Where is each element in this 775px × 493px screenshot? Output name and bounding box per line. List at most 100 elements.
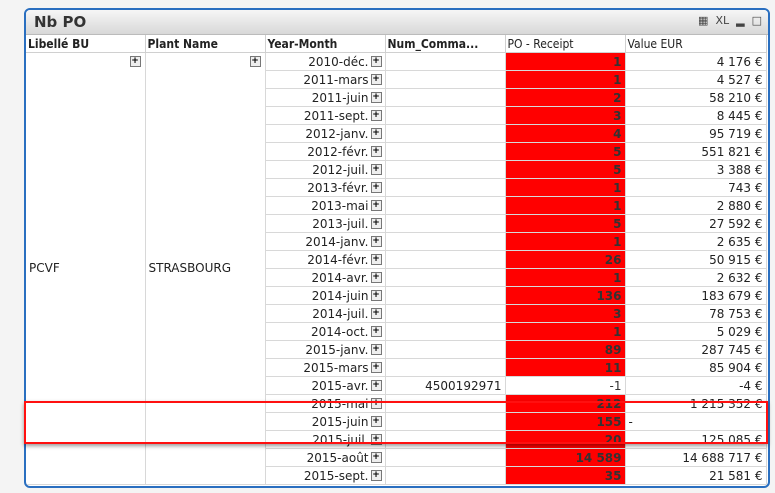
cell-year-month: 2014-oct. + — [265, 322, 386, 341]
expand-icon[interactable]: + — [370, 272, 382, 283]
expand-icon[interactable]: + — [370, 290, 382, 301]
cell-po-receipt: 1 — [505, 52, 626, 71]
expand-icon[interactable]: + — [370, 164, 382, 175]
libelle-bu-value: PCVF — [29, 261, 60, 275]
cell-value-eur: 183 679 € — [625, 286, 767, 305]
year-month-value: 2012-janv. — [305, 126, 369, 141]
cell-year-month: 2015-mars + — [265, 358, 386, 377]
expand-icon[interactable]: + — [370, 326, 382, 337]
year-month-value: 2012-févr. — [307, 144, 369, 159]
cell-num-commande — [385, 322, 506, 341]
expand-icon[interactable]: + — [370, 110, 382, 121]
cell-year-month: 2011-juin + — [265, 88, 386, 107]
minimize-icon[interactable]: ▂ — [736, 14, 744, 27]
year-month-value: 2014-oct. — [310, 324, 369, 339]
cell-num-commande — [385, 268, 506, 287]
expand-icon[interactable]: + — [370, 74, 382, 85]
cell-po-receipt: 3 — [505, 106, 626, 125]
year-month-value: 2015-août — [306, 450, 369, 465]
expand-icon[interactable]: + — [370, 182, 382, 193]
expand-icon[interactable]: + — [129, 56, 141, 67]
cell-value-eur: 1 215 352 € — [625, 394, 767, 413]
cell-year-month: 2013-févr. + — [265, 178, 386, 197]
cell-po-receipt: 5 — [505, 142, 626, 161]
header-value-eur[interactable]: Value EUR — [625, 35, 767, 53]
cell-po-receipt: 136 — [505, 286, 626, 305]
year-month-value: 2014-févr. — [307, 252, 369, 267]
year-month-value: 2015-avr. — [311, 378, 369, 393]
cell-po-receipt: 4 — [505, 124, 626, 143]
header-year-month[interactable]: Year-Month — [265, 35, 386, 53]
cell-year-month: 2012-janv. + — [265, 124, 386, 143]
excel-icon[interactable]: XL — [715, 14, 729, 27]
expand-icon[interactable]: + — [370, 218, 382, 229]
expand-icon[interactable]: + — [370, 128, 382, 139]
year-month-value: 2012-juil. — [312, 162, 369, 177]
cell-num-commande — [385, 250, 506, 269]
cell-num-commande — [385, 160, 506, 179]
cell-po-receipt: 1 — [505, 70, 626, 89]
cell-num-commande — [385, 52, 506, 71]
cell-num-commande — [385, 214, 506, 233]
cell-po-receipt: 89 — [505, 340, 626, 359]
cell-value-eur: 3 388 € — [625, 160, 767, 179]
cell-value-eur: 5 029 € — [625, 322, 767, 341]
expand-icon[interactable]: + — [249, 56, 261, 67]
expand-icon[interactable]: + — [370, 200, 382, 211]
cell-year-month: 2014-janv. + — [265, 232, 386, 251]
cell-po-receipt: 5 — [505, 160, 626, 179]
expand-icon[interactable]: + — [370, 434, 382, 445]
expand-icon[interactable]: + — [370, 398, 382, 409]
cell-value-eur: 4 176 € — [625, 52, 767, 71]
cell-year-month: 2011-mars + — [265, 70, 386, 89]
cell-value-eur: 2 632 € — [625, 268, 767, 287]
year-month-value: 2014-avr. — [311, 270, 369, 285]
header-num-commande[interactable]: Num_Comma... — [385, 35, 506, 53]
header-plant-name[interactable]: Plant Name — [145, 35, 266, 53]
expand-icon[interactable]: + — [370, 470, 382, 481]
cell-num-commande: 4500192971 — [385, 376, 506, 395]
expand-icon[interactable]: + — [370, 452, 382, 463]
maximize-icon[interactable]: □ — [752, 14, 762, 27]
cell-num-commande — [385, 70, 506, 89]
cell-year-month: 2014-avr. + — [265, 268, 386, 287]
year-month-value: 2015-mai — [311, 396, 369, 411]
expand-icon[interactable]: + — [370, 380, 382, 391]
header-po-receipt[interactable]: PO - Receipt — [505, 35, 626, 53]
cell-po-receipt: 35 — [505, 466, 626, 485]
cell-value-eur: 27 592 € — [625, 214, 767, 233]
cell-po-receipt: 212 — [505, 394, 626, 413]
print-icon[interactable]: ▦ — [698, 14, 708, 27]
cell-year-month: 2014-févr. + — [265, 250, 386, 269]
cell-year-month: 2013-mai + — [265, 196, 386, 215]
expand-icon[interactable]: + — [370, 146, 382, 157]
year-month-value: 2015-juin — [311, 414, 369, 429]
cell-year-month: 2015-juil. + — [265, 430, 386, 449]
year-month-value: 2013-févr. — [307, 180, 369, 195]
cell-num-commande — [385, 340, 506, 359]
cell-value-eur: 85 904 € — [625, 358, 767, 377]
expand-icon[interactable]: + — [370, 92, 382, 103]
year-month-value: 2011-juin — [311, 90, 369, 105]
expand-icon[interactable]: + — [370, 362, 382, 373]
cell-po-receipt: 5 — [505, 214, 626, 233]
cell-value-eur: 58 210 € — [625, 88, 767, 107]
cell-libelle-bu: + PCVF — [26, 52, 146, 485]
cell-value-eur: 4 527 € — [625, 70, 767, 89]
expand-icon[interactable]: + — [370, 56, 382, 67]
expand-icon[interactable]: + — [370, 254, 382, 265]
cell-value-eur: - — [625, 412, 767, 431]
expand-icon[interactable]: + — [370, 236, 382, 247]
header-libelle-bu[interactable]: Libellé BU — [26, 35, 146, 53]
expand-icon[interactable]: + — [370, 344, 382, 355]
year-month-value: 2015-janv. — [305, 342, 369, 357]
year-month-value: 2010-déc. — [308, 54, 369, 69]
expand-icon[interactable]: + — [370, 308, 382, 319]
cell-po-receipt: 1 — [505, 232, 626, 251]
cell-num-commande — [385, 448, 506, 467]
expand-icon[interactable]: + — [370, 416, 382, 427]
cell-po-receipt: 155 — [505, 412, 626, 431]
cell-num-commande — [385, 430, 506, 449]
cell-value-eur: 287 745 € — [625, 340, 767, 359]
pivot-table: Libellé BU Plant Name Year-Month Num_Com… — [26, 35, 767, 485]
